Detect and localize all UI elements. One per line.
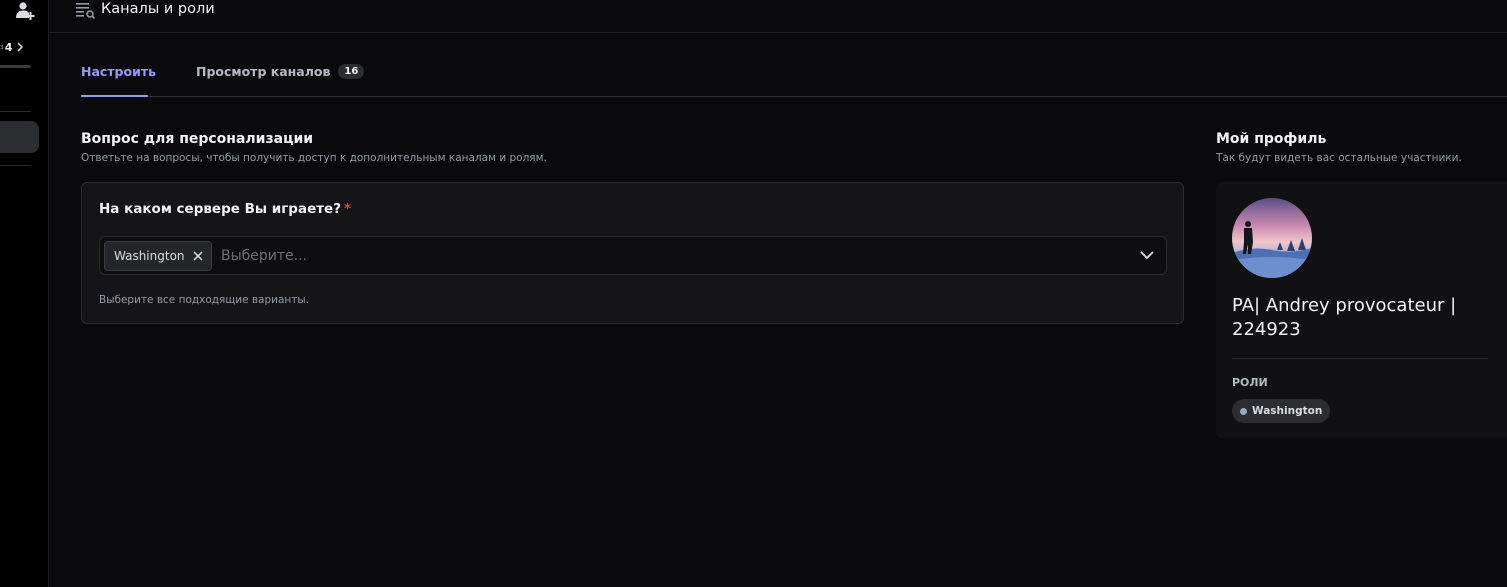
profile-divider: [1232, 358, 1488, 359]
profile-display-name: PA| Andrey provocateur | 224923: [1232, 295, 1457, 340]
top-bar: Каналы и роли: [49, 0, 1507, 33]
role-color-dot: [1240, 407, 1247, 415]
profile-subtitle: Так будут видеть вас остальные участники…: [1216, 152, 1462, 164]
sidebar-divider: [0, 165, 31, 166]
progress-bar: [0, 65, 31, 68]
sidebar-divider: [0, 111, 31, 112]
questions-title: Вопрос для персонализации: [81, 131, 314, 147]
question-card: На каком сервере Вы играете? * Washington…: [81, 182, 1184, 324]
selected-option-label: Washington: [114, 249, 185, 263]
progress-count: 4: [4, 40, 13, 54]
questions-subtitle: Ответьте на вопросы, чтобы получить дост…: [81, 152, 547, 164]
server-sidebar: з 4: [0, 0, 49, 587]
page-title: Каналы и роли: [101, 1, 215, 17]
server-multiselect[interactable]: Washington Выберите...: [99, 236, 1167, 275]
chevron-right-icon: [17, 42, 24, 52]
chevron-down-icon[interactable]: [1140, 250, 1154, 260]
close-icon[interactable]: [193, 251, 203, 261]
profile-card: PA| Andrey provocateur | 224923 РОЛИ Was…: [1216, 182, 1507, 438]
profile-title: Мой профиль: [1216, 131, 1327, 147]
sidebar-item-channels-roles[interactable]: [0, 121, 39, 153]
tab-configure[interactable]: Настроить: [81, 64, 156, 79]
question-title: На каком сервере Вы играете? *: [99, 201, 351, 217]
required-mark: *: [344, 201, 352, 217]
select-placeholder: Выберите...: [221, 248, 308, 264]
selected-option-chip: Washington: [104, 241, 212, 271]
tab-configure-label: Настроить: [81, 64, 156, 79]
tab-bar: Настроить Просмотр каналов 16: [81, 60, 1507, 97]
progress-prefix: з: [0, 43, 4, 51]
avatar[interactable]: [1232, 198, 1312, 278]
onboarding-progress[interactable]: з 4: [0, 40, 36, 54]
tab-browse-channels[interactable]: Просмотр каналов 16: [196, 64, 365, 79]
active-tab-indicator: [81, 95, 148, 97]
question-text: На каком сервере Вы играете?: [99, 201, 342, 217]
roles-label: РОЛИ: [1232, 376, 1268, 389]
channel-browse-icon: [76, 3, 95, 19]
add-user-icon[interactable]: [14, 1, 36, 21]
role-name: Washington: [1252, 405, 1323, 417]
channel-count-badge: 16: [338, 64, 365, 79]
role-chip: Washington: [1232, 399, 1331, 423]
tab-browse-label: Просмотр каналов: [196, 64, 331, 79]
question-hint: Выберите все подходящие варианты.: [99, 294, 310, 306]
